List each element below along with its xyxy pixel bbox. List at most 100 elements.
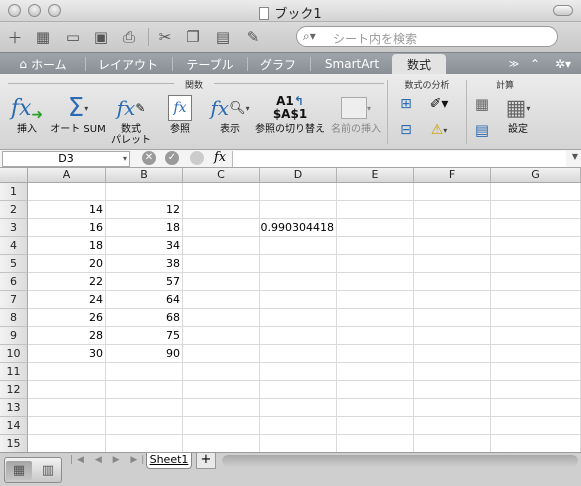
search-icon: ⌕▾ <box>303 29 316 43</box>
column-header[interactable]: D <box>260 168 337 183</box>
row-header[interactable]: 14 <box>0 417 28 435</box>
column-header[interactable]: A <box>28 168 106 183</box>
row-header[interactable]: 9 <box>0 327 28 345</box>
cell-b2[interactable]: 12 <box>106 201 183 219</box>
calc-settings-button[interactable]: ▦ ▾ 設定 <box>498 92 538 136</box>
more-tabs-icon[interactable]: ≫ <box>506 53 522 75</box>
column-header[interactable]: C <box>183 168 260 183</box>
cell-a4[interactable]: 18 <box>28 237 106 255</box>
functions-group-title: 関数 <box>184 81 203 91</box>
row-header[interactable]: 7 <box>0 291 28 309</box>
cut-icon[interactable]: ✂ <box>154 26 176 48</box>
cancel-entry-icon[interactable]: ✕ <box>142 151 156 165</box>
cell-a9[interactable]: 28 <box>28 327 106 345</box>
row-header[interactable]: 4 <box>0 237 28 255</box>
row-header[interactable]: 2 <box>0 201 28 219</box>
tab-table[interactable]: テーブル <box>176 53 244 75</box>
home-icon: ⌂ <box>19 57 27 71</box>
cell-a7[interactable]: 24 <box>28 291 106 309</box>
gallery-icon[interactable]: ▦ <box>32 26 54 48</box>
page-layout-view-icon[interactable]: ▥ <box>35 461 61 480</box>
row-header[interactable]: 6 <box>0 273 28 291</box>
row-header[interactable]: 10 <box>0 345 28 363</box>
copy-icon[interactable]: ❐ <box>182 26 204 48</box>
cell-a6[interactable]: 22 <box>28 273 106 291</box>
tab-layout[interactable]: レイアウト <box>88 53 168 75</box>
cell-b3[interactable]: 18 <box>106 219 183 237</box>
error-check-icon: ⚠︎ ▾ <box>430 122 448 138</box>
cell-d3[interactable]: 0.990304418 <box>260 219 337 237</box>
column-header[interactable]: E <box>337 168 414 183</box>
formula-input[interactable] <box>232 151 566 167</box>
sheet-tab-bar: ▦ ▥ |◀ ◀ ▶ ▶| Sheet1 + <box>0 452 581 486</box>
cell-a3[interactable]: 16 <box>28 219 106 237</box>
toggle-icon <box>190 151 204 165</box>
cell-a2[interactable]: 14 <box>28 201 106 219</box>
sheet-tab-sheet1[interactable]: Sheet1 <box>146 453 192 469</box>
cell-b6[interactable]: 57 <box>106 273 183 291</box>
collapse-ribbon-icon[interactable]: ⌃ <box>527 53 543 75</box>
tab-formulas[interactable]: 数式 <box>392 54 446 75</box>
reference-button[interactable]: fx 参照 <box>158 92 202 135</box>
fx-insert-icon: fx ➜ <box>10 95 44 124</box>
tab-home[interactable]: ⌂ ホーム <box>8 53 78 75</box>
horizontal-scrollbar[interactable] <box>222 455 578 467</box>
cell-b10[interactable]: 90 <box>106 345 183 363</box>
sheet-search-field[interactable]: ⌕▾ シート内を検索 <box>296 26 558 47</box>
row-header[interactable]: 15 <box>0 435 28 452</box>
name-box[interactable]: D3 ▾ <box>2 151 130 167</box>
toolbar-toggle-button[interactable] <box>553 5 573 16</box>
formula-palette-button[interactable]: fx ✎ 数式 パレット <box>108 92 154 146</box>
cell-a8[interactable]: 26 <box>28 309 106 327</box>
column-header[interactable]: F <box>414 168 491 183</box>
select-all-corner[interactable] <box>0 168 28 183</box>
column-header[interactable]: B <box>106 168 183 183</box>
sigma-icon: Σ ▾ <box>67 93 89 123</box>
calculate-now-button[interactable]: ▦ <box>470 94 494 114</box>
autosum-button[interactable]: Σ ▾ オート SUM <box>50 92 106 135</box>
row-header[interactable]: 12 <box>0 381 28 399</box>
sheet-nav-arrows[interactable]: |◀ ◀ ▶ ▶| <box>70 455 148 465</box>
add-sheet-button[interactable]: + <box>196 453 216 469</box>
cell-a5[interactable]: 20 <box>28 255 106 273</box>
calculate-sheet-button[interactable]: ▤ <box>470 120 494 140</box>
row-header[interactable]: 13 <box>0 399 28 417</box>
row-header[interactable]: 3 <box>0 219 28 237</box>
open-icon[interactable]: ▭ <box>62 26 84 48</box>
save-icon[interactable]: ▣ <box>90 26 112 48</box>
tab-smartart[interactable]: SmartArt <box>314 53 390 75</box>
trace-dependents-button[interactable]: ⊟ <box>394 120 418 140</box>
row-header[interactable]: 5 <box>0 255 28 273</box>
tab-chart[interactable]: グラフ <box>250 53 306 75</box>
row-header[interactable]: 8 <box>0 309 28 327</box>
format-painter-icon[interactable]: ✎ <box>242 26 264 48</box>
normal-view-icon[interactable]: ▦ <box>6 461 32 480</box>
paste-icon[interactable]: ▤ <box>212 26 234 48</box>
toggle-reference-button[interactable]: A1↰ $A$1 参照の切り替え <box>254 92 326 136</box>
sheet-calc-icon: ▤ <box>474 121 490 139</box>
row-header[interactable]: 1 <box>0 183 28 201</box>
expand-formula-bar-icon[interactable]: ▼ <box>572 152 578 161</box>
worksheet-grid[interactable]: A B C D E F G 1 2 3 4 5 6 7 8 9 10 11 12 13 14 15 14 12 16 18 0.99… <box>0 168 581 452</box>
cell-a10[interactable]: 30 <box>28 345 106 363</box>
column-header[interactable]: G <box>491 168 581 183</box>
print-icon[interactable]: ⎙ <box>118 26 140 48</box>
remove-arrows-button[interactable]: ✐▾ <box>422 94 456 114</box>
cell-b9[interactable]: 75 <box>106 327 183 345</box>
cell-b8[interactable]: 68 <box>106 309 183 327</box>
cell-b4[interactable]: 34 <box>106 237 183 255</box>
formula-palette-icon: fx ✎ <box>116 96 146 120</box>
trace-precedents-button[interactable]: ⊞ <box>394 94 418 114</box>
insert-function-button[interactable]: fx ➜ 挿入 <box>6 92 48 136</box>
show-formulas-button[interactable]: fx 🔍︎ ▾ 表示 <box>204 92 256 135</box>
confirm-entry-icon[interactable]: ✓ <box>165 151 179 165</box>
row-header[interactable]: 11 <box>0 363 28 381</box>
insert-function-fx-icon[interactable]: fx <box>214 150 226 165</box>
error-check-button[interactable]: ⚠︎ ▾ <box>422 120 456 140</box>
gear-icon[interactable]: ✲▾ <box>550 53 576 75</box>
cell-b7[interactable]: 64 <box>106 291 183 309</box>
new-document-icon[interactable]: ＋ <box>4 26 26 48</box>
cell-b5[interactable]: 38 <box>106 255 183 273</box>
standard-toolbar: ＋ ▦ ▭ ▣ ⎙ ✂ ❐ ▤ ✎ ⌕▾ シート内を検索 <box>0 22 581 52</box>
insert-name-button[interactable]: ▾ 名前の挿入 <box>328 92 384 135</box>
